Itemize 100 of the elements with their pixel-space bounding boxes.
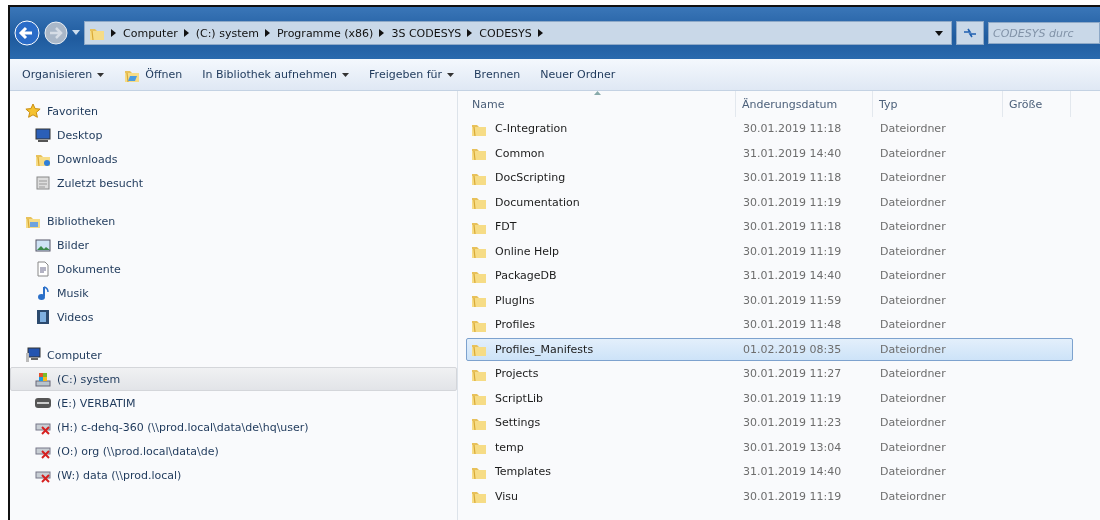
chevron-icon <box>183 29 190 37</box>
table-cell-text: Dateiordner <box>879 122 947 135</box>
refresh-button[interactable] <box>956 21 984 45</box>
file-name: Online Help <box>495 244 560 258</box>
nav-item[interactable]: Dokumente <box>10 257 457 281</box>
nav-item[interactable]: (H:) c-dehq-360 (\\prod.local\data\de\hq\user) <box>10 415 457 439</box>
column-header[interactable]: Name <box>466 91 736 117</box>
table-cell-text: 31.01.2019 14:40 <box>742 269 843 282</box>
caret-icon <box>342 72 350 77</box>
nav-item[interactable]: Computer <box>10 343 457 367</box>
table-cell-text: Dateiordner <box>879 244 947 258</box>
sort-arrow-icon <box>594 91 601 95</box>
address-bar[interactable]: Computer (C:) system Programme (x86) 3S CODESYS CODESYS <box>84 21 952 45</box>
column-header[interactable]: Typ <box>873 91 1003 117</box>
chevron-icon <box>111 29 117 37</box>
nav-item[interactable]: (C:) system <box>10 367 457 391</box>
breadcrumb[interactable]: Computer <box>123 26 178 40</box>
breadcrumb[interactable]: Programme (x86) <box>276 26 374 40</box>
table-cell-text: Dateiordner <box>879 269 947 282</box>
file-name: FDT <box>495 220 517 233</box>
file-name: DocScripting <box>495 171 566 184</box>
chevron-icon <box>379 29 386 37</box>
search-field[interactable]: CODESYS durc <box>988 22 1100 44</box>
nav-item[interactable]: Zuletzt besucht <box>10 171 457 195</box>
table-cell-text: Dateiordner <box>879 416 947 429</box>
nav-item[interactable]: (O:) org (\\prod.local\data\de) <box>10 439 457 463</box>
nav-item[interactable]: Downloads <box>10 147 457 171</box>
file-row[interactable]: temp 30.01.2019 13:04 Dateiordner <box>466 435 1073 459</box>
table-cell-text: Dateiordner <box>879 195 947 209</box>
nav-item[interactable]: Musik <box>10 281 457 305</box>
document-icon <box>35 175 51 191</box>
table-cell-text: Dateiordner <box>879 293 947 307</box>
breadcrumb[interactable]: CODESYS <box>479 26 532 40</box>
column-header[interactable]: Größe <box>1003 91 1071 117</box>
file-row[interactable]: Profiles_Manifests 01.02.2019 08:35 Dateiordner <box>466 337 1073 361</box>
file-name: Profiles_Manifests <box>495 342 594 356</box>
music-note-icon <box>35 285 51 301</box>
table-cell-text: Dateiordner <box>879 220 947 233</box>
file-name: Visu <box>495 489 519 503</box>
table-cell-text: 30.01.2019 11:19 <box>742 489 843 503</box>
nav-item[interactable]: Desktop <box>10 123 457 147</box>
table-cell-text: Dateiordner <box>879 489 947 503</box>
computer-icon <box>25 347 41 363</box>
table-cell-text: 30.01.2019 11:59 <box>742 293 843 307</box>
breadcrumb[interactable]: (C:) system <box>195 26 259 40</box>
file-row[interactable]: Projects 30.01.2019 11:27 Dateiordner <box>466 362 1073 385</box>
file-row[interactable]: PlugIns 30.01.2019 11:59 Dateiordner <box>466 288 1073 312</box>
file-row[interactable]: FDT 30.01.2019 11:18 Dateiordner <box>466 215 1073 238</box>
table-cell-text: 30.01.2019 13:04 <box>742 440 843 454</box>
file-row[interactable]: PackageDB 31.01.2019 14:40 Dateiordner <box>466 264 1073 287</box>
nav-item[interactable]: (E:) VERBATIM <box>10 391 457 415</box>
file-row[interactable]: Online Help 30.01.2019 11:19 Dateiordner <box>466 239 1073 263</box>
file-name: Documentation <box>495 195 580 209</box>
file-row[interactable]: Documentation 30.01.2019 11:19 Dateiordner <box>466 190 1073 214</box>
nav-item[interactable]: Bilder <box>10 233 457 257</box>
table-cell-text: 30.01.2019 11:27 <box>742 367 843 380</box>
nav-item[interactable]: Favoriten <box>10 99 457 123</box>
file-name: PackageDB <box>495 269 557 282</box>
table-cell-text: Dateiordner <box>879 342 947 356</box>
nav-item[interactable]: Bibliotheken <box>10 209 457 233</box>
table-cell-text: 30.01.2019 11:19 <box>742 391 843 405</box>
table-cell-text: 30.01.2019 11:48 <box>742 318 843 331</box>
file-row[interactable]: C-Integration 30.01.2019 11:18 Dateiordner <box>466 117 1073 140</box>
film-icon <box>35 309 51 325</box>
table-cell-text: Dateiordner <box>879 391 947 405</box>
file-row[interactable]: DocScripting 30.01.2019 11:18 Dateiordner <box>466 166 1073 189</box>
nav-item[interactable]: Videos <box>10 305 457 329</box>
table-cell-text: Dateiordner <box>879 440 947 454</box>
breadcrumb[interactable]: 3S CODESYS <box>391 26 462 40</box>
table-cell-text: 30.01.2019 11:23 <box>742 416 843 429</box>
file-row[interactable]: Visu 30.01.2019 11:19 Dateiordner <box>466 484 1073 508</box>
table-cell-text: 31.01.2019 14:40 <box>742 465 843 478</box>
toolbar-button[interactable]: Neuer Ordner <box>532 65 624 84</box>
table-cell-text: Dateiordner <box>879 146 947 160</box>
file-row[interactable]: Common 31.01.2019 14:40 Dateiordner <box>466 141 1073 165</box>
file-name: Settings <box>495 416 541 429</box>
star-icon <box>25 103 41 119</box>
toolbar-button[interactable]: Freigeben für <box>361 65 463 84</box>
file-name: Profiles <box>495 318 535 331</box>
file-row[interactable]: Templates 31.01.2019 14:40 Dateiordner <box>466 460 1073 483</box>
table-cell-text: 30.01.2019 11:19 <box>742 244 843 258</box>
file-name: Templates <box>495 465 551 478</box>
table-cell-text: 30.01.2019 11:18 <box>742 171 843 184</box>
toolbar-button[interactable]: In Bibliothek aufnehmen <box>194 65 358 84</box>
table-cell-text: 30.01.2019 11:19 <box>742 195 843 209</box>
monitor-icon <box>35 127 51 143</box>
file-row[interactable]: Settings 30.01.2019 11:23 Dateiordner <box>466 411 1073 434</box>
file-name: PlugIns <box>495 293 535 307</box>
nav-item[interactable]: (W:) data (\\prod.local) <box>10 463 457 487</box>
toolbar-button[interactable]: Brennen <box>466 65 529 84</box>
picture-icon <box>35 237 51 253</box>
toolbar-button[interactable]: Organisieren <box>14 65 113 84</box>
table-cell-text: Dateiordner <box>879 465 947 478</box>
toolbar-button[interactable]: Öffnen <box>116 63 191 86</box>
column-header[interactable]: Änderungsdatum <box>736 91 873 117</box>
file-name: Common <box>495 146 545 160</box>
file-row[interactable]: ScriptLib 30.01.2019 11:19 Dateiordner <box>466 386 1073 410</box>
file-row[interactable]: Profiles 30.01.2019 11:48 Dateiordner <box>466 313 1073 336</box>
refresh-arrows-icon <box>963 27 977 39</box>
caret-icon[interactable] <box>935 30 943 36</box>
